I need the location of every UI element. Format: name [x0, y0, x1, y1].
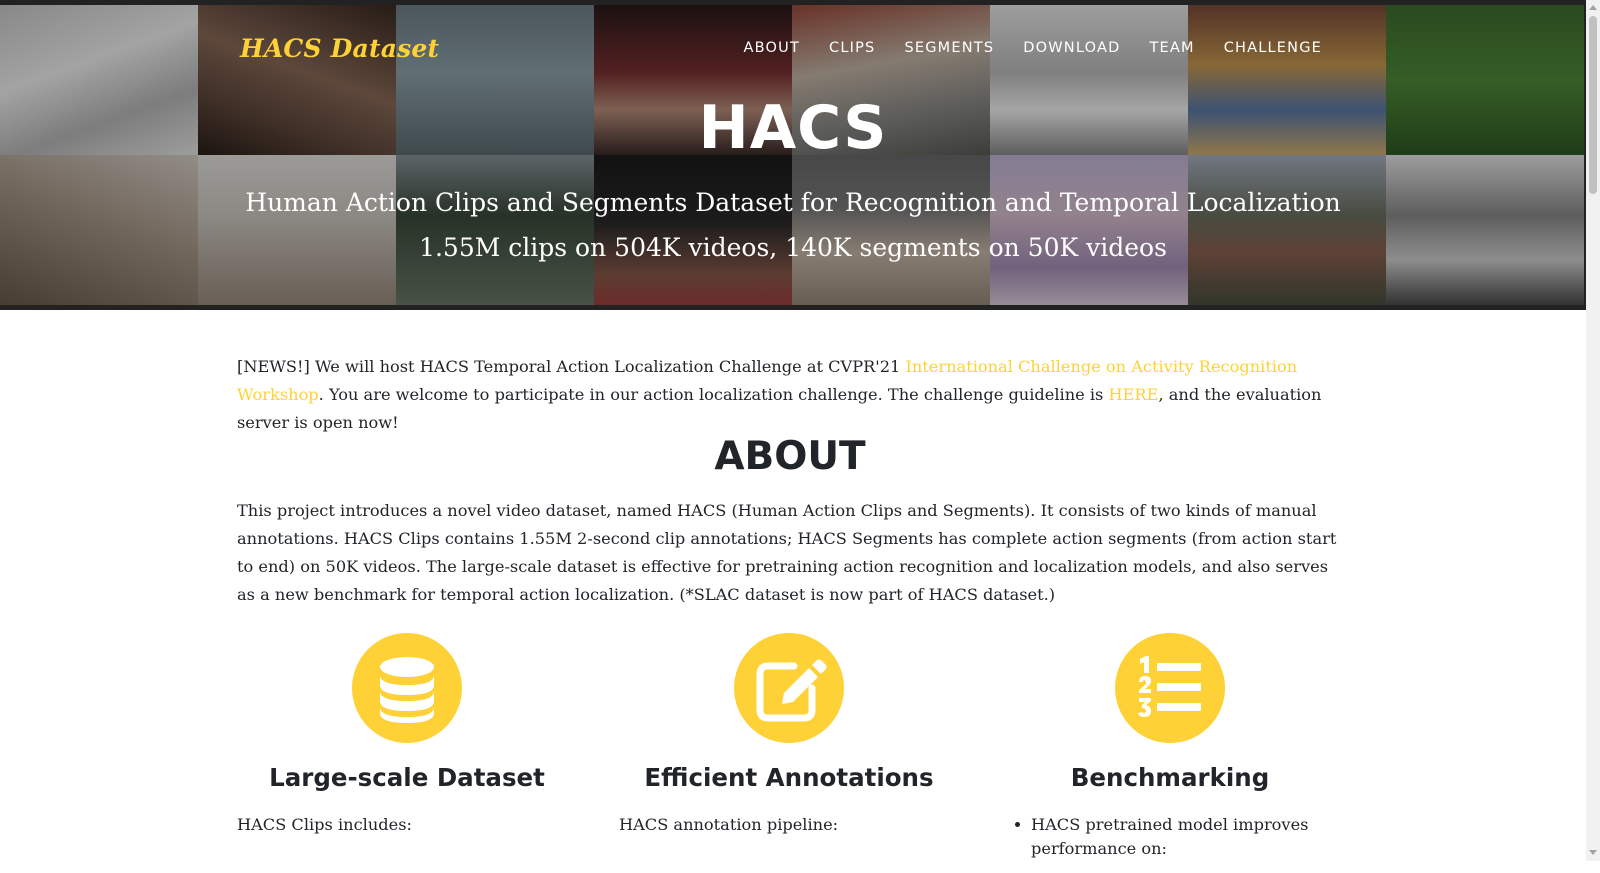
feature-large-scale: Large-scale Dataset HACS Clips includes:: [237, 633, 577, 834]
news-paragraph: [NEWS!] We will host HACS Temporal Actio…: [237, 353, 1343, 437]
edit-icon: [734, 633, 844, 743]
brand-logo-link[interactable]: HACS Dataset: [240, 34, 439, 63]
hero-stats: 1.55M clips on 504K videos, 140K segment…: [419, 233, 1167, 262]
news-text-prefix: [NEWS!] We will host HACS Temporal Actio…: [237, 357, 906, 376]
video-thumbnail: [792, 155, 990, 305]
guideline-here-link[interactable]: HERE: [1109, 385, 1159, 404]
feature-text: HACS annotation pipeline:: [619, 815, 839, 834]
features-row: Large-scale Dataset HACS Clips includes:…: [237, 633, 1382, 873]
video-thumbnail: [1386, 155, 1584, 305]
nav-link-team[interactable]: TEAM: [1149, 40, 1194, 56]
scroll-up-arrow-icon[interactable]: [1589, 5, 1597, 10]
feature-benchmarking: Benchmarking HACS pretrained model impro…: [1000, 633, 1340, 858]
feature-list: HACS pretrained model improves performan…: [1015, 813, 1331, 861]
about-heading: ABOUT: [714, 434, 866, 479]
nav-link-segments[interactable]: SEGMENTS: [904, 40, 994, 56]
numbered-list-icon: [1115, 633, 1225, 743]
hero-subtitle: Human Action Clips and Segments Dataset …: [245, 188, 1341, 217]
video-thumbnail: [594, 155, 792, 305]
nav-link-about[interactable]: ABOUT: [744, 40, 801, 56]
video-thumbnail: [198, 155, 396, 305]
nav-link-challenge[interactable]: CHALLENGE: [1224, 40, 1322, 56]
main-nav: ABOUT CLIPS SEGMENTS DOWNLOAD TEAM CHALL…: [744, 40, 1322, 56]
feature-title: Efficient Annotations: [644, 763, 934, 792]
scroll-down-arrow-icon[interactable]: [1589, 850, 1597, 855]
nav-link-download[interactable]: DOWNLOAD: [1023, 40, 1120, 56]
list-item: HACS pretrained model improves performan…: [1015, 813, 1331, 861]
database-icon: [352, 633, 462, 743]
feature-title: Benchmarking: [1070, 763, 1270, 792]
about-paragraph: This project introduces a novel video da…: [237, 501, 1337, 604]
video-thumbnail: [396, 155, 594, 305]
scrollbar-thumb[interactable]: [1589, 16, 1597, 194]
hero-title: HACS: [698, 93, 888, 163]
vertical-scrollbar[interactable]: [1586, 0, 1600, 861]
video-thumbnail: [990, 155, 1188, 305]
feature-title: Large-scale Dataset: [269, 763, 545, 792]
video-thumbnail: [1188, 155, 1386, 305]
hero-header: HACS Dataset ABOUT CLIPS SEGMENTS DOWNLO…: [0, 0, 1586, 310]
feature-text: HACS Clips includes:: [237, 815, 412, 834]
video-thumbnail: [0, 155, 198, 305]
feature-efficient-annotations: Efficient Annotations HACS annotation pi…: [619, 633, 959, 834]
nav-link-clips[interactable]: CLIPS: [829, 40, 875, 56]
news-text-middle: . You are welcome to participate in our …: [318, 385, 1109, 404]
main-content: [NEWS!] We will host HACS Temporal Actio…: [237, 353, 1343, 858]
